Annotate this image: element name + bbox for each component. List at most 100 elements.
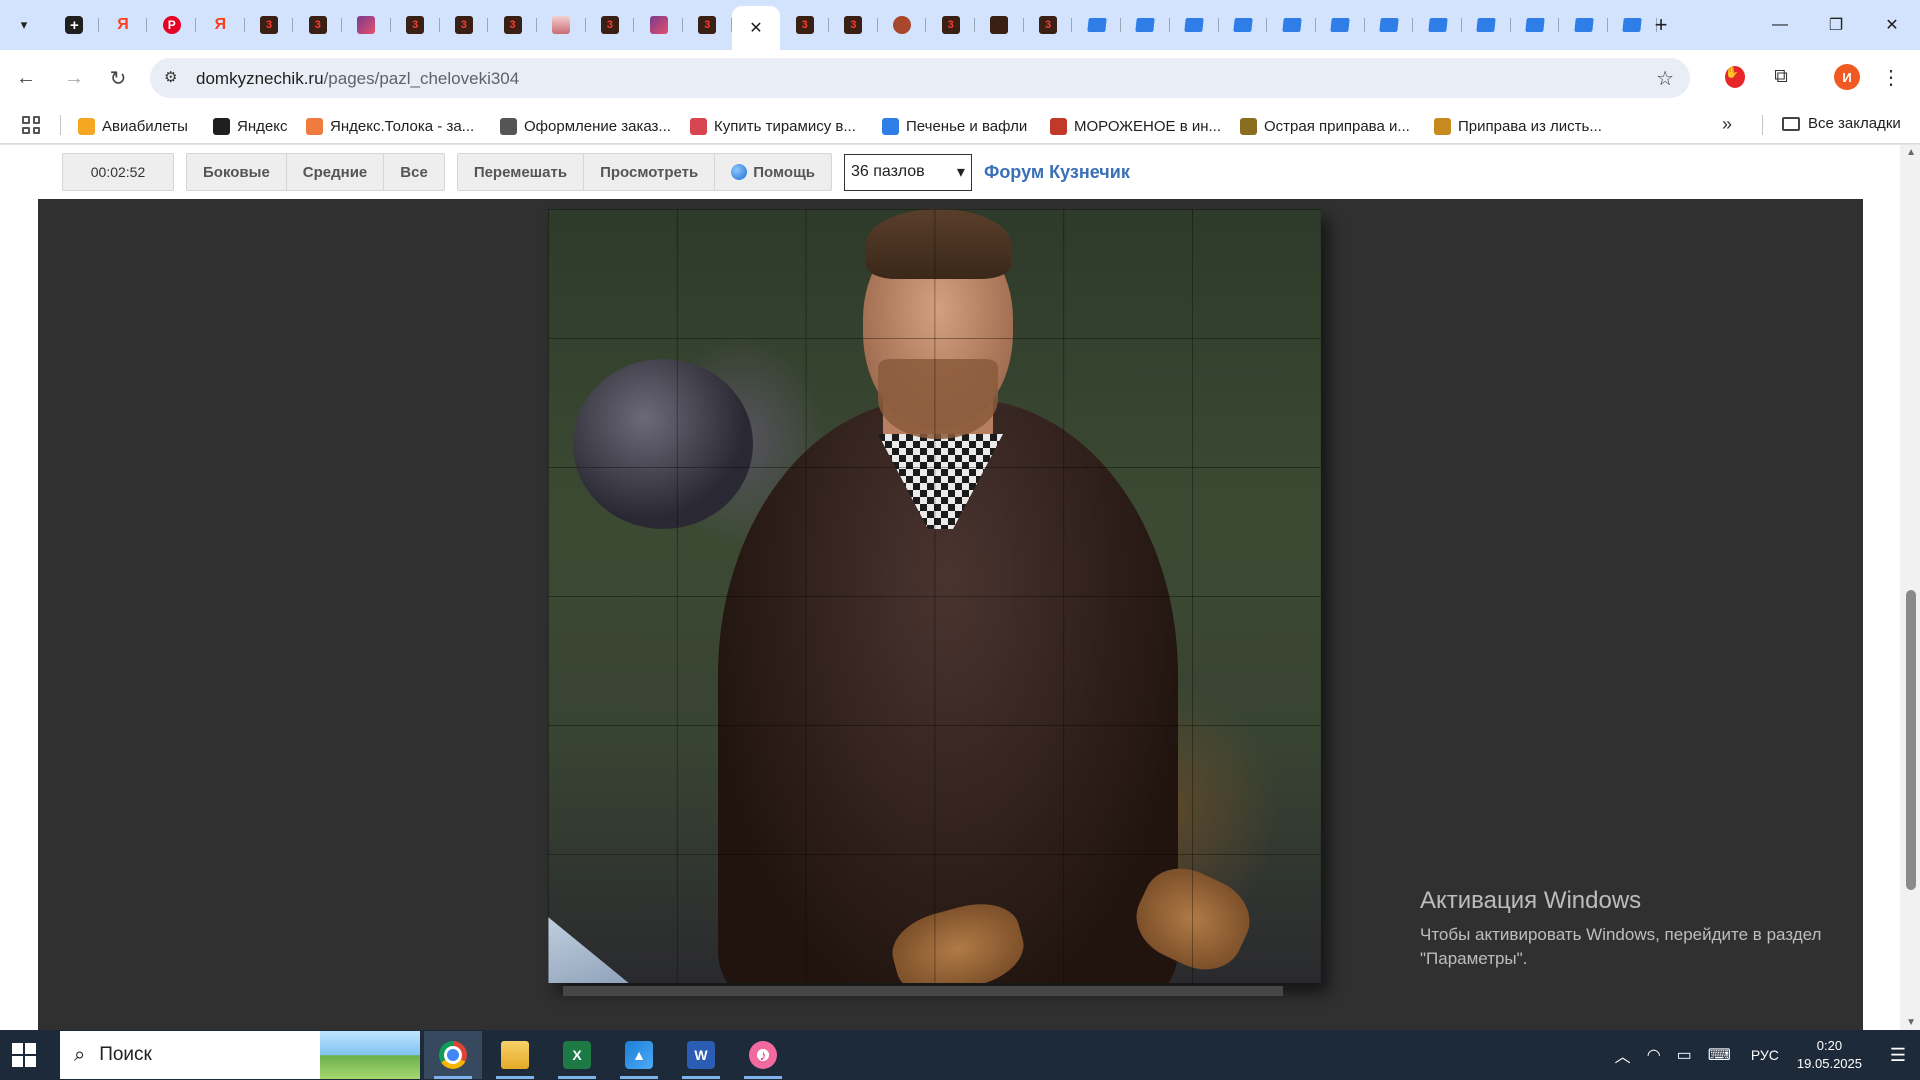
- tab-search-chevron-icon[interactable]: ▾: [10, 11, 38, 39]
- browser-tab[interactable]: [1267, 6, 1316, 44]
- browser-tab[interactable]: 3: [1024, 6, 1073, 44]
- browser-tab[interactable]: [1219, 6, 1268, 44]
- bookmark-item[interactable]: Приправа из листь...: [1434, 115, 1602, 137]
- scroll-up-arrow-icon[interactable]: ▲: [1906, 147, 1916, 158]
- bookmark-label: Авиабилеты: [102, 117, 188, 135]
- folder-icon: [1782, 116, 1800, 131]
- bookmark-item[interactable]: Яндекс.Толока - за...: [306, 115, 474, 137]
- clock[interactable]: 0:20 19.05.2025: [1797, 1037, 1862, 1073]
- show-hidden-icons-chevron-icon[interactable]: ︿: [1615, 1043, 1631, 1067]
- browser-tab[interactable]: +: [50, 6, 99, 44]
- browser-tab[interactable]: [1121, 6, 1170, 44]
- taskbar-search[interactable]: ⌕ Поиск: [60, 1031, 420, 1079]
- middle-pieces-button[interactable]: Средние: [287, 154, 385, 190]
- minimize-icon[interactable]: —: [1752, 0, 1808, 50]
- taskbar-app-word[interactable]: W: [672, 1031, 730, 1079]
- more-bookmarks-chevron-icon[interactable]: »: [1722, 114, 1732, 135]
- forward-arrow-icon[interactable]: →: [58, 62, 90, 94]
- profile-avatar[interactable]: И: [1834, 64, 1860, 90]
- bookmark-item[interactable]: Оформление заказ...: [500, 115, 671, 137]
- browser-tab[interactable]: [1559, 6, 1608, 44]
- all-pieces-button[interactable]: Все: [384, 154, 444, 190]
- watermark-line-2: "Параметры".: [1420, 949, 1528, 968]
- edge-pieces-button[interactable]: Боковые: [187, 154, 287, 190]
- apps-grid-icon[interactable]: [22, 116, 40, 134]
- bookmark-item[interactable]: Печенье и вафли: [882, 115, 1027, 137]
- notifications-icon[interactable]: ☰: [1876, 1030, 1920, 1080]
- extensions-puzzle-icon[interactable]: ⧉: [1768, 64, 1794, 90]
- browser-tab[interactable]: 3: [488, 6, 537, 44]
- browser-tab[interactable]: 3: [293, 6, 342, 44]
- browser-tab[interactable]: 3: [683, 6, 732, 44]
- bookmark-item[interactable]: МОРОЖЕНОЕ в ин...: [1050, 115, 1221, 137]
- browser-tab[interactable]: [1365, 6, 1414, 44]
- browser-tab[interactable]: Я: [99, 6, 148, 44]
- keyboard-icon[interactable]: ⌨: [1708, 1045, 1731, 1065]
- browser-tab[interactable]: 3: [586, 6, 635, 44]
- browser-tab[interactable]: [537, 6, 586, 44]
- taskbar-app-photos[interactable]: ▲: [610, 1031, 668, 1079]
- browser-tab[interactable]: [1413, 6, 1462, 44]
- browser-tab[interactable]: [1462, 6, 1511, 44]
- bookmark-item[interactable]: Купить тирамису в...: [690, 115, 856, 137]
- new-tab-button[interactable]: +: [1648, 12, 1674, 38]
- bookmark-item[interactable]: Яндекс: [213, 115, 287, 137]
- browser-tab[interactable]: P: [147, 6, 196, 44]
- all-bookmarks-button[interactable]: Все закладки: [1782, 115, 1901, 132]
- close-window-icon[interactable]: ✕: [1864, 0, 1920, 50]
- browser-tab[interactable]: [1316, 6, 1365, 44]
- tab-active[interactable]: ✕: [731, 6, 781, 50]
- browser-tab[interactable]: [1072, 6, 1121, 44]
- start-button[interactable]: [12, 1043, 36, 1067]
- browser-menu-icon[interactable]: ⋮: [1878, 64, 1904, 90]
- browser-tab[interactable]: [1511, 6, 1560, 44]
- taskbar-app-excel[interactable]: X: [548, 1031, 606, 1079]
- bookmark-item[interactable]: Острая приправа и...: [1240, 115, 1410, 137]
- scroll-thumb[interactable]: [1906, 590, 1916, 890]
- reload-icon[interactable]: ↻: [102, 62, 134, 94]
- preview-button[interactable]: Просмотреть: [584, 154, 716, 190]
- language-indicator[interactable]: РУС: [1751, 1047, 1779, 1063]
- battery-icon[interactable]: ▭: [1677, 1045, 1692, 1065]
- browser-tab[interactable]: 3: [926, 6, 975, 44]
- bookmark-star-icon[interactable]: ☆: [1656, 66, 1674, 91]
- puzzle-image[interactable]: [548, 209, 1321, 983]
- piece-count-select[interactable]: 36 пазлов ▾: [843, 153, 972, 191]
- browser-tab[interactable]: [634, 6, 683, 44]
- site-settings-icon[interactable]: ⚙: [164, 68, 177, 86]
- help-button[interactable]: Помощь: [715, 154, 831, 190]
- browser-tab[interactable]: 3: [440, 6, 489, 44]
- kuznechik-icon: 3: [454, 16, 473, 34]
- forum-link[interactable]: Форум Кузнечик: [984, 162, 1130, 183]
- restore-icon[interactable]: ❐: [1808, 0, 1864, 50]
- browser-tab[interactable]: [975, 6, 1024, 44]
- adblock-extension-icon[interactable]: ✋: [1722, 64, 1748, 90]
- taskbar-app-file-explorer[interactable]: [486, 1031, 544, 1079]
- bookmark-label: Яндекс.Толока - за...: [330, 117, 475, 135]
- blue-doc-icon: [1622, 18, 1643, 32]
- browser-tab[interactable]: 3: [245, 6, 294, 44]
- browser-tab[interactable]: 3: [780, 6, 829, 44]
- puzzle-actions-group: Перемешать Просмотреть Помощь: [456, 153, 832, 191]
- taskbar-app-chrome[interactable]: [424, 1031, 482, 1079]
- address-bar[interactable]: ⚙ domkyznechik.ru/pages/pazl_cheloveki30…: [150, 58, 1690, 98]
- browser-tab[interactable]: [1170, 6, 1219, 44]
- bookmark-item[interactable]: Авиабилеты: [78, 115, 188, 137]
- windows-activation-watermark: Активация Windows Чтобы активировать Win…: [1420, 887, 1860, 971]
- back-arrow-icon[interactable]: ←: [10, 62, 42, 94]
- kuznechik-icon: 3: [260, 16, 279, 34]
- scroll-down-arrow-icon[interactable]: ▼: [1906, 1017, 1916, 1028]
- url-text[interactable]: domkyznechik.ru/pages/pazl_cheloveki304: [196, 69, 519, 89]
- browser-tab[interactable]: [342, 6, 391, 44]
- browser-tab[interactable]: 3: [829, 6, 878, 44]
- wifi-icon[interactable]: ◠: [1647, 1045, 1661, 1065]
- page-scrollbar[interactable]: ▲ ▼: [1900, 145, 1920, 1030]
- browser-tab[interactable]: [878, 6, 927, 44]
- taskbar-app-itunes[interactable]: ♪: [734, 1031, 792, 1079]
- browser-tab[interactable]: Я: [196, 6, 245, 44]
- shuffle-button[interactable]: Перемешать: [458, 154, 585, 190]
- kuznechik-icon: 3: [698, 16, 717, 34]
- browser-tab[interactable]: 3: [391, 6, 440, 44]
- close-icon[interactable]: ✕: [749, 18, 762, 38]
- help-label: Помощь: [753, 163, 815, 181]
